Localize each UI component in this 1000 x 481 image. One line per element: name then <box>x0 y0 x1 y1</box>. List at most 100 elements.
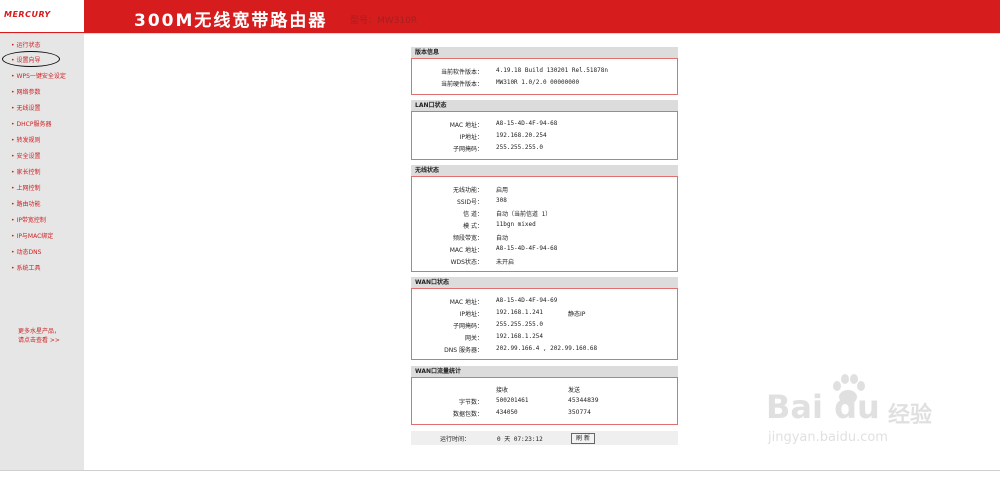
bullet-icon: • <box>11 153 15 160</box>
bytes-send: 45344839 <box>568 397 599 404</box>
hand-drawn-circle <box>2 51 60 67</box>
sidebar-item-wireless[interactable]: • 无线设置 <box>11 103 41 112</box>
bullet-icon: • <box>11 233 15 240</box>
bullet-icon: • <box>11 265 15 272</box>
software-version-value: 4.19.18 Build 130201 Rel.51878n <box>496 67 608 74</box>
watermark-cn: 经验 <box>888 403 933 428</box>
more-line-2: 请点击查看 >> <box>18 337 60 344</box>
sidebar-item-status[interactable]: • 运行状态 <box>11 40 41 49</box>
field-label: 网关： <box>464 335 483 342</box>
bullet-icon: • <box>11 42 15 49</box>
watermark-brand: Bai du <box>766 388 880 426</box>
sidebar: • 运行状态 • 设置向导 • WPS一键安全设定 • 网络参数 • 无线设置 • DHCP… <box>0 34 84 470</box>
field-label: 子网掩码： <box>452 146 483 153</box>
bullet-icon: • <box>11 249 15 256</box>
sidebar-item-access-control[interactable]: • 上网控制 <box>11 183 41 192</box>
channel-value: 自动（当前信道 1） <box>496 211 552 218</box>
more-line-1: 更多水星产品， <box>18 328 61 335</box>
bullet-icon: • <box>11 137 15 144</box>
mode-value: 11bgn mixed <box>496 221 536 228</box>
field-label: IP地址： <box>459 134 483 141</box>
lan-mask-value: 255.255.255.0 <box>496 144 543 151</box>
refresh-button[interactable]: 刷 新 <box>571 433 595 444</box>
field-label: 当前软件版本： <box>440 69 483 76</box>
field-label: 字节数： <box>458 399 483 406</box>
bullet-icon: • <box>11 89 15 96</box>
sidebar-item-dhcp[interactable]: • DHCP服务器 <box>11 119 52 128</box>
sidebar-item-network[interactable]: • 网络参数 <box>11 87 41 96</box>
page-title: 300M无线宽带路由器 <box>134 11 328 31</box>
header-divider <box>0 33 1000 34</box>
logo-text: MERCURY <box>4 10 51 19</box>
header-bar: MERCURY 300M无线宽带路由器 型号：MW310R <box>0 0 1000 33</box>
sidebar-item-ip-mac[interactable]: • IP与MAC绑定 <box>11 231 53 240</box>
field-label: 信 道： <box>463 211 483 218</box>
wan-mask-value: 255.255.255.0 <box>496 321 543 328</box>
lan-ip-value: 192.168.20.254 <box>496 132 547 139</box>
recv-header: 接收 <box>496 387 509 394</box>
version-section: 版本信息 当前软件版本： 4.19.18 Build 130201 Rel.51… <box>411 47 678 95</box>
wireless-enabled-value: 启用 <box>496 187 509 194</box>
section-title: 版本信息 <box>411 47 678 59</box>
sidebar-item-wps[interactable]: • WPS一键安全设定 <box>11 71 66 80</box>
sidebar-item-bandwidth[interactable]: • IP带宽控制 <box>11 215 46 224</box>
runtime-label: 运行时间： <box>440 436 471 443</box>
wan-mac-value: A8-15-4D-4F-94-69 <box>496 297 558 304</box>
dns-value: 202.99.166.4 , 202.99.160.68 <box>496 345 598 352</box>
wan-ip-value: 192.168.1.241 <box>496 309 543 316</box>
field-label: MAC 地址： <box>449 299 483 306</box>
packets-recv: 434050 <box>496 409 518 416</box>
bytes-recv: 500201461 <box>496 397 529 404</box>
lan-mac-value: A8-15-4D-4F-94-68 <box>496 120 558 127</box>
field-label: SSID号： <box>456 199 483 206</box>
wireless-section: 无线状态 无线功能： 启用 SSID号： 308 信 道： 自动（当前信道 1）… <box>411 165 678 272</box>
model-label: 型号：MW310R <box>350 16 418 26</box>
field-label: DNS 服务器： <box>444 347 483 354</box>
wan-section: WAN口状态 MAC 地址： A8-15-4D-4F-94-69 IP地址： 1… <box>411 277 678 360</box>
traffic-section: WAN口流量统计 接收 发送 字节数： 500201461 45344839 数… <box>411 366 678 425</box>
field-label: IP地址： <box>459 311 483 318</box>
field-label: MAC 地址： <box>449 247 483 254</box>
field-label: 子网掩码： <box>452 323 483 330</box>
more-products-link[interactable]: 更多水星产品， 请点击查看 >> <box>18 327 60 345</box>
logo: MERCURY <box>0 0 84 32</box>
bullet-icon: • <box>11 217 15 224</box>
bandwidth-value: 自动 <box>496 235 509 242</box>
section-title: WAN口流量统计 <box>411 366 678 378</box>
wireless-mac-value: A8-15-4D-4F-94-68 <box>496 245 558 252</box>
packets-send: 350774 <box>568 409 591 416</box>
field-label: 模 式： <box>463 223 483 230</box>
lan-section: LAN口状态 MAC 地址： A8-15-4D-4F-94-68 IP地址： 1… <box>411 100 678 160</box>
sidebar-item-security[interactable]: • 安全设置 <box>11 151 41 160</box>
runtime-value: 0 天 07:23:12 <box>497 436 543 443</box>
section-title: 无线状态 <box>411 165 678 177</box>
bullet-icon: • <box>11 73 15 80</box>
footer-divider <box>0 470 1000 471</box>
hardware-version-value: MW310R 1.0/2.0 00000000 <box>496 79 580 86</box>
bullet-icon: • <box>11 105 15 112</box>
ssid-value: 308 <box>496 197 507 204</box>
sidebar-item-forwarding[interactable]: • 转发规则 <box>11 135 41 144</box>
connection-type: 静态IP <box>568 311 586 318</box>
sidebar-item-routing[interactable]: • 路由功能 <box>11 199 41 208</box>
field-label: WDS状态： <box>450 259 483 266</box>
section-title: LAN口状态 <box>411 100 678 112</box>
send-header: 发送 <box>568 387 581 394</box>
field-label: 当前硬件版本： <box>440 81 483 88</box>
bullet-icon: • <box>11 169 15 176</box>
runtime-bar: 运行时间： 0 天 07:23:12 刷 新 <box>411 431 678 445</box>
watermark-url: jingyan.baidu.com <box>768 430 888 445</box>
gateway-value: 192.168.1.254 <box>496 333 543 340</box>
bullet-icon: • <box>11 201 15 208</box>
baidu-watermark: Bai du 经验 jingyan.baidu.com <box>738 370 958 460</box>
field-label: 数据包数： <box>452 411 483 418</box>
wds-value: 未开启 <box>496 259 515 266</box>
sidebar-item-ddns[interactable]: • 动态DNS <box>11 247 41 256</box>
sidebar-item-system-tools[interactable]: • 系统工具 <box>11 263 41 272</box>
bullet-icon: • <box>11 185 15 192</box>
bullet-icon: • <box>11 121 15 128</box>
sidebar-item-parental[interactable]: • 家长控制 <box>11 167 41 176</box>
field-label: 无线功能： <box>452 187 483 194</box>
section-title: WAN口状态 <box>411 277 678 289</box>
field-label: 频段带宽： <box>452 235 483 242</box>
